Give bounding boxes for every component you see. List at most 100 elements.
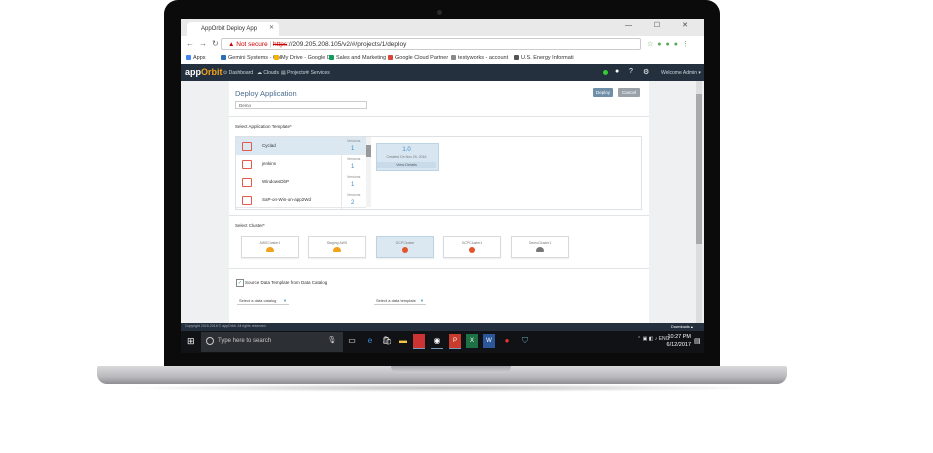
versions-count: 1 xyxy=(351,164,355,170)
chrome-icon[interactable]: ◉ xyxy=(431,334,443,349)
gcp-icon xyxy=(402,247,408,253)
tab-close-icon[interactable]: ✕ xyxy=(269,24,274,31)
microphone-icon[interactable]: 🎙︎ xyxy=(326,334,338,348)
bookmark-icon xyxy=(329,55,334,61)
gear-icon[interactable]: ⚙ xyxy=(643,68,649,76)
bookmark-icon xyxy=(514,55,519,61)
address-bar[interactable]: ▲ Not secure | https://209.205.208.105/v… xyxy=(221,38,641,50)
bookmark-item[interactable]: Google Cloud Partner xyxy=(388,52,448,64)
powerpoint-icon[interactable]: P xyxy=(449,334,461,349)
bookmark-item[interactable]: testyworks - account xyxy=(451,52,508,64)
template-row[interactable]: Cyclad Versions 1 xyxy=(236,137,366,156)
window-controls[interactable]: — ☐ ✕ xyxy=(625,21,698,29)
back-icon[interactable]: ← xyxy=(186,39,199,48)
cluster-card[interactable]: DemoCluster1 xyxy=(511,236,569,258)
taskbar-search-text: Type here to search xyxy=(218,338,272,344)
shield-icon[interactable]: ⛉ xyxy=(519,334,531,348)
bookmark-item[interactable]: Sales and Marketing xyxy=(329,52,386,64)
template-row[interactable]: jenkins Versions 1 xyxy=(236,155,366,174)
divider xyxy=(341,155,342,173)
data-catalog-select[interactable]: Select a data catalog ▼ xyxy=(237,296,289,305)
windows-start-icon[interactable]: ⊞ xyxy=(187,336,195,347)
page-scroll-thumb[interactable] xyxy=(696,94,702,244)
select-value: Select a data template xyxy=(376,298,416,303)
bookmark-icon xyxy=(221,55,226,61)
catalog-checkbox-label: Source Data Template from Data Catalog xyxy=(245,280,328,285)
edge-icon[interactable]: e xyxy=(364,334,376,348)
tab-title: AppOrbit Deploy App xyxy=(201,26,258,32)
app-icon[interactable]: ● xyxy=(501,334,513,348)
help-icon[interactable]: ? xyxy=(629,68,633,75)
user-icon[interactable]: ● xyxy=(615,68,619,75)
laptop-notch xyxy=(391,366,511,373)
divider xyxy=(229,215,649,216)
cluster-name: Staging AWS xyxy=(326,241,348,245)
nav-projects[interactable]: ▤ Projects xyxy=(281,70,305,76)
bookmark-item[interactable]: My Drive - Google D xyxy=(274,52,331,64)
cloud-icon xyxy=(333,247,341,252)
webcam xyxy=(437,10,442,15)
divider xyxy=(229,116,649,117)
cluster-section-label: Select Cluster* xyxy=(235,223,265,228)
template-section-label: Select Application Template* xyxy=(235,124,292,129)
divider xyxy=(341,137,342,155)
template-row[interactable]: SaP-on-Win-on-app2Wd Versions 2 xyxy=(236,191,366,209)
cluster-card[interactable]: GCPCluster xyxy=(376,236,434,258)
extension-icons[interactable]: ☆●●●⋮ xyxy=(647,40,693,48)
cluster-card[interactable]: Staging AWS xyxy=(308,236,366,258)
catalog-checkbox[interactable]: ✓ xyxy=(236,279,244,287)
copyright-text: Copyright 2015-2016 © appOrbit. All righ… xyxy=(185,324,267,328)
cloud-icon xyxy=(266,247,274,252)
app-logo[interactable]: appOrbit xyxy=(185,67,223,77)
browser-tab[interactable]: AppOrbit Deploy App xyxy=(187,22,279,36)
cluster-card[interactable]: AWSCluster1 xyxy=(241,236,299,258)
template-icon xyxy=(242,196,252,205)
nav-clouds[interactable]: ☁ Clouds xyxy=(257,70,279,76)
notification-icon[interactable]: ▤ xyxy=(694,337,701,345)
warning-icon: ▲ xyxy=(228,41,237,48)
template-icon xyxy=(242,178,252,187)
caret-down-icon: ▼ xyxy=(283,298,287,303)
template-icon xyxy=(242,160,252,169)
divider xyxy=(341,191,342,209)
clock-date[interactable]: 6/12/2017 xyxy=(661,342,691,348)
cortana-icon[interactable] xyxy=(206,337,214,345)
template-name: Cyclad xyxy=(262,143,276,148)
template-row[interactable]: WindowsDbP Versions 1 xyxy=(236,173,366,192)
url-path: ://209.205.208.105/v2/#/projects/1/deplo… xyxy=(287,41,407,48)
app-icon[interactable] xyxy=(413,334,425,349)
deployment-name-input[interactable]: Demo xyxy=(235,101,367,109)
view-details-link[interactable]: View Details xyxy=(377,162,436,168)
nav-services[interactable]: ✲ Services xyxy=(305,70,330,76)
gcp-icon xyxy=(469,247,475,253)
word-icon[interactable]: W xyxy=(483,334,495,348)
nav-dashboard[interactable]: ⊙ Dashboard xyxy=(223,70,253,76)
apps-icon xyxy=(186,55,191,61)
logo-suffix: Orbit xyxy=(201,67,223,77)
welcome-menu[interactable]: Welcome Admin ▾ xyxy=(661,70,701,76)
bookmark-item[interactable]: Apps xyxy=(186,52,206,64)
nav-buttons[interactable]: ←→↻ xyxy=(186,39,224,48)
cloud-icon xyxy=(536,247,544,252)
bookmark-icon xyxy=(451,55,456,61)
template-list-scroll-thumb[interactable] xyxy=(366,145,371,157)
file-explorer-icon[interactable]: ▬ xyxy=(397,334,409,348)
data-template-select[interactable]: Select a data template ▼ xyxy=(374,296,426,305)
cluster-card[interactable]: GCPCluster1 xyxy=(443,236,501,258)
task-view-icon[interactable]: ▭ xyxy=(346,334,358,348)
status-indicator xyxy=(603,70,608,75)
version-created-date: Created On Nov 29, 2016 xyxy=(386,155,427,159)
excel-icon[interactable]: X xyxy=(466,334,478,348)
store-icon[interactable]: 🛍︎ xyxy=(381,334,393,348)
versions-count: 2 xyxy=(351,200,355,206)
cancel-button[interactable]: Cancel xyxy=(618,88,640,97)
downloads-button[interactable]: Downloads ▴ xyxy=(671,324,693,329)
clock-time[interactable]: 10:27 PM xyxy=(661,334,691,340)
bookmark-item[interactable]: U.S. Energy Informati xyxy=(514,52,574,64)
versions-label: Versions xyxy=(347,193,361,197)
cluster-name: GCPCluster xyxy=(395,241,415,245)
deploy-button[interactable]: Deploy xyxy=(593,88,613,97)
forward-icon[interactable]: → xyxy=(199,39,212,48)
divider xyxy=(341,173,342,191)
divider xyxy=(229,268,649,269)
